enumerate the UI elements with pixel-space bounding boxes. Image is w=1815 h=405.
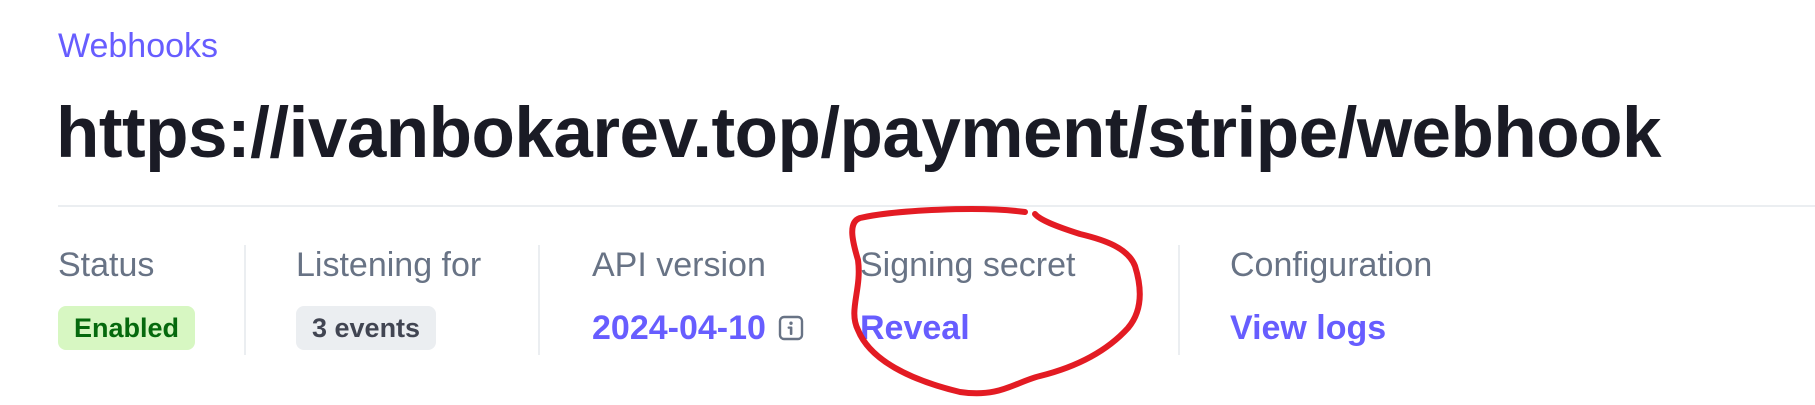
configuration-section: Configuration View logs	[1180, 245, 1500, 355]
api-version-section: API version 2024-04-10	[540, 245, 860, 355]
status-section: Status Enabled	[58, 245, 244, 355]
signing-secret-section: Signing secret Reveal	[860, 245, 1178, 355]
status-badge: Enabled	[58, 306, 196, 350]
events-count-badge[interactable]: 3 events	[296, 306, 437, 350]
header-divider	[58, 205, 1815, 207]
reveal-secret-link[interactable]: Reveal	[860, 308, 970, 348]
status-label: Status	[58, 246, 155, 284]
endpoint-details: Status Enabled Listening for 3 events AP…	[58, 245, 1500, 355]
view-logs-link[interactable]: View logs	[1230, 308, 1386, 348]
listening-label: Listening for	[296, 246, 482, 284]
api-version-link[interactable]: 2024-04-10	[592, 308, 766, 348]
listening-section: Listening for 3 events	[246, 245, 538, 355]
breadcrumb-webhooks[interactable]: Webhooks	[58, 26, 218, 66]
configuration-label: Configuration	[1230, 246, 1433, 284]
info-icon[interactable]	[778, 315, 804, 341]
page-title: https://ivanbokarev.top/payment/stripe/w…	[56, 94, 1662, 173]
signing-secret-label: Signing secret	[860, 246, 1076, 284]
api-version-label: API version	[592, 246, 766, 284]
